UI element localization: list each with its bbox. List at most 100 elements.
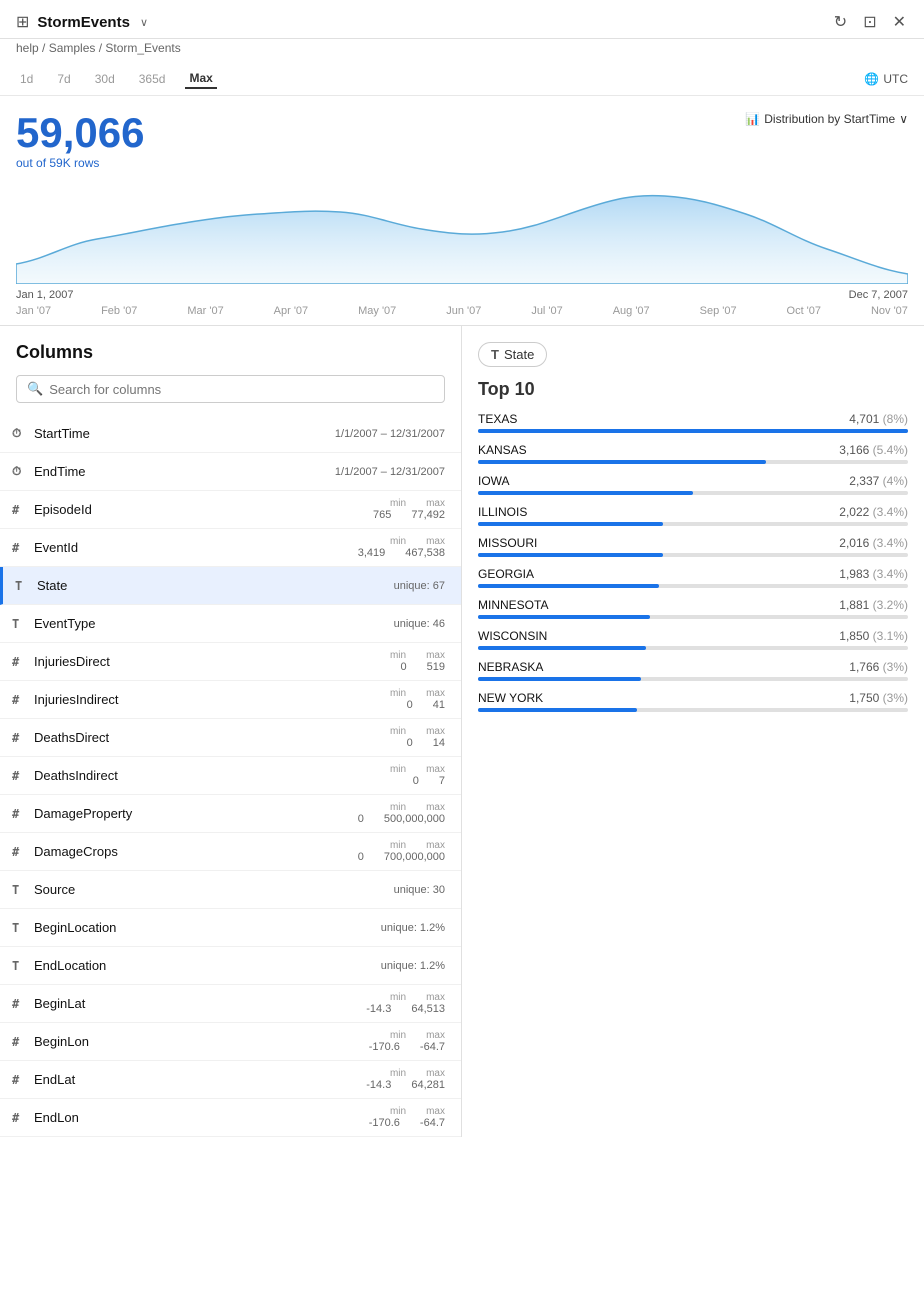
- bar-track: [478, 429, 908, 433]
- bar-item-value: 3,166 (5.4%): [839, 443, 908, 457]
- col-name: StartTime: [34, 426, 335, 441]
- column-row[interactable]: # DeathsDirect minmax 014: [0, 719, 461, 757]
- bar-item-value: 1,850 (3.1%): [839, 629, 908, 643]
- time-btn-max[interactable]: Max: [185, 69, 216, 89]
- col-type-icon: #: [12, 503, 34, 517]
- bar-item: WISCONSIN 1,850 (3.1%): [478, 629, 908, 650]
- col-name: EndTime: [34, 464, 335, 479]
- column-row[interactable]: T EventType unique: 46: [0, 605, 461, 643]
- chart-dates-row: Jan 1, 2007 Dec 7, 2007: [16, 287, 908, 303]
- top10-title: Top 10: [478, 379, 908, 400]
- state-badge-label: State: [504, 347, 534, 362]
- bar-fill: [478, 646, 646, 650]
- column-row[interactable]: # EpisodeId minmax 76577,492: [0, 491, 461, 529]
- column-row[interactable]: # InjuriesIndirect minmax 041: [0, 681, 461, 719]
- bar-item-name: TEXAS: [478, 412, 517, 426]
- column-row[interactable]: # DamageCrops minmax 0700,000,000: [0, 833, 461, 871]
- refresh-button[interactable]: ↻: [832, 10, 849, 34]
- top-bar: ⊞ StormEvents ∨ ↻ ⊡ ✕: [0, 0, 924, 39]
- col-stat: unique: 1.2%: [381, 960, 445, 972]
- column-row[interactable]: # BeginLon minmax -170.6-64.7: [0, 1023, 461, 1061]
- column-row[interactable]: # DamageProperty minmax 0500,000,000: [0, 795, 461, 833]
- close-button[interactable]: ✕: [891, 10, 908, 34]
- time-btn-365d[interactable]: 365d: [135, 70, 170, 88]
- bar-item-value: 4,701 (8%): [849, 412, 908, 426]
- search-input[interactable]: [49, 382, 434, 397]
- utc-label: UTC: [883, 72, 908, 86]
- column-row[interactable]: ⏱ EndTime 1/1/2007 – 12/31/2007: [0, 453, 461, 491]
- bar-item-name: GEORGIA: [478, 567, 534, 581]
- bar-item: MISSOURI 2,016 (3.4%): [478, 536, 908, 557]
- column-row[interactable]: ⏱ StartTime 1/1/2007 – 12/31/2007: [0, 415, 461, 453]
- right-panel: T State Top 10 TEXAS 4,701 (8%) KANSAS 3…: [462, 326, 924, 1137]
- bar-track: [478, 615, 908, 619]
- col-type-icon: #: [12, 807, 34, 821]
- time-btn-1d[interactable]: 1d: [16, 70, 37, 88]
- column-row[interactable]: # EventId minmax 3,419467,538: [0, 529, 461, 567]
- main-content: Columns 🔍 ⏱ StartTime 1/1/2007 – 12/31/2…: [0, 326, 924, 1137]
- type-T-icon: T: [491, 347, 499, 362]
- expand-button[interactable]: ⊡: [861, 10, 878, 34]
- col-type-icon: #: [12, 997, 34, 1011]
- search-box[interactable]: 🔍: [16, 375, 445, 403]
- chart-axis-row: Jan '07 Feb '07 Mar '07 Apr '07 May '07 …: [16, 303, 908, 325]
- bar-fill: [478, 553, 663, 557]
- col-type-icon: #: [12, 1035, 34, 1049]
- column-row[interactable]: # InjuriesDirect minmax 0519: [0, 643, 461, 681]
- column-row[interactable]: # DeathsIndirect minmax 07: [0, 757, 461, 795]
- axis-aug: Aug '07: [613, 305, 650, 317]
- column-row[interactable]: # EndLat minmax -14.364,281: [0, 1061, 461, 1099]
- col-type-icon: #: [12, 541, 34, 555]
- bar-item-value: 1,766 (3%): [849, 660, 908, 674]
- col-stat: unique: 1.2%: [381, 922, 445, 934]
- col-name: BeginLat: [34, 996, 366, 1011]
- breadcrumb: help / Samples / Storm_Events: [0, 39, 924, 63]
- col-name: EpisodeId: [34, 502, 373, 517]
- col-stat: unique: 67: [394, 580, 445, 592]
- state-badge[interactable]: T State: [478, 342, 547, 367]
- col-name: EndLat: [34, 1072, 366, 1087]
- bar-item-name: ILLINOIS: [478, 505, 527, 519]
- app-title: StormEvents: [37, 14, 130, 31]
- axis-may: May '07: [358, 305, 396, 317]
- bar-item: IOWA 2,337 (4%): [478, 474, 908, 495]
- bar-item: GEORGIA 1,983 (3.4%): [478, 567, 908, 588]
- bar-item: ILLINOIS 2,022 (3.4%): [478, 505, 908, 526]
- column-row[interactable]: # BeginLat minmax -14.364,513: [0, 985, 461, 1023]
- chart-numbers: 59,066 out of 59K rows: [16, 112, 144, 170]
- col-name: InjuriesIndirect: [34, 692, 390, 707]
- time-range-options: 1d 7d 30d 365d Max: [16, 69, 217, 89]
- bar-item: TEXAS 4,701 (8%): [478, 412, 908, 433]
- time-btn-30d[interactable]: 30d: [91, 70, 119, 88]
- bar-fill: [478, 491, 693, 495]
- bar-item-value: 1,881 (3.2%): [839, 598, 908, 612]
- bar-item-name: IOWA: [478, 474, 510, 488]
- col-stat-minmax: minmax -170.6-64.7: [369, 1030, 445, 1053]
- col-type-icon: T: [12, 883, 34, 897]
- time-btn-7d[interactable]: 7d: [53, 70, 74, 88]
- col-type-icon: #: [12, 693, 34, 707]
- col-name: Source: [34, 882, 394, 897]
- bar-fill: [478, 677, 641, 681]
- col-type-icon: T: [12, 921, 34, 935]
- top-bar-right: ↻ ⊡ ✕: [832, 10, 908, 34]
- col-stat: unique: 30: [394, 884, 445, 896]
- time-range-bar: 1d 7d 30d 365d Max 🌐 UTC: [0, 63, 924, 96]
- title-chevron-icon[interactable]: ∨: [140, 16, 148, 29]
- distribution-button[interactable]: 📊 Distribution by StartTime ∨: [745, 112, 908, 126]
- column-row[interactable]: T Source unique: 30: [0, 871, 461, 909]
- bar-track: [478, 708, 908, 712]
- col-name: State: [37, 578, 394, 593]
- col-stat: 1/1/2007 – 12/31/2007: [335, 466, 445, 478]
- bar-track: [478, 584, 908, 588]
- bar-track: [478, 491, 908, 495]
- col-name: DeathsDirect: [34, 730, 390, 745]
- utc-label-area: 🌐 UTC: [864, 72, 908, 86]
- col-type-icon: T: [12, 959, 34, 973]
- column-row[interactable]: T EndLocation unique: 1.2%: [0, 947, 461, 985]
- column-row[interactable]: # EndLon minmax -170.6-64.7: [0, 1099, 461, 1137]
- axis-nov: Nov '07: [871, 305, 908, 317]
- column-row[interactable]: T State unique: 67: [0, 567, 461, 605]
- bar-track: [478, 460, 908, 464]
- column-row[interactable]: T BeginLocation unique: 1.2%: [0, 909, 461, 947]
